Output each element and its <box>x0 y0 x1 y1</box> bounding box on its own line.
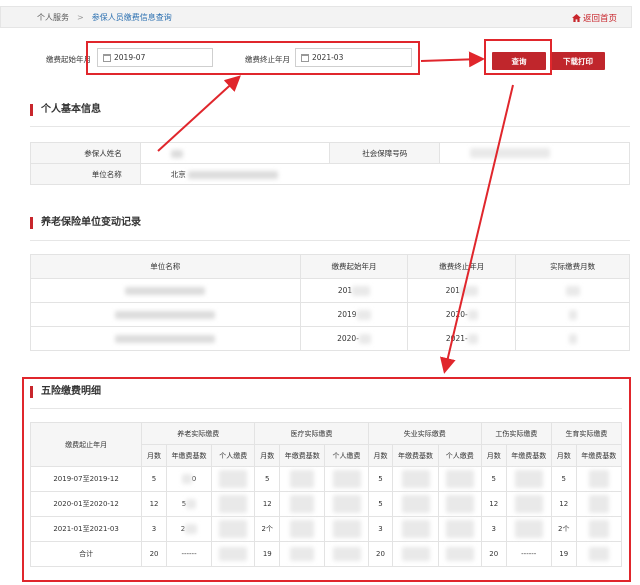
unit-value: 北京 <box>140 164 629 185</box>
basic-info-table: 参保人姓名 社会保障号码 单位名称 北京 <box>30 142 630 185</box>
table-row: 2019 2020- <box>31 303 630 327</box>
unit-label: 单位名称 <box>31 164 141 185</box>
query-button[interactable]: 查询 <box>492 52 546 70</box>
ssn-label: 社会保障号码 <box>330 143 440 164</box>
name-label: 参保人姓名 <box>31 143 141 164</box>
back-home-label: 返回首页 <box>583 12 617 24</box>
column-header: 缴费起止年月 <box>31 423 142 467</box>
column-header: 医疗实际缴费 <box>255 423 368 445</box>
column-header: 生育实际缴费 <box>551 423 621 445</box>
table-row: 201 201 <box>31 279 630 303</box>
column-header: 失业实际缴费 <box>368 423 481 445</box>
column-header: 缴费起始年月 <box>300 255 408 279</box>
divider <box>30 240 630 241</box>
arrow-to-date-range <box>158 78 238 151</box>
calendar-icon <box>301 54 309 62</box>
query-row: 缴费起始年月 2019-07 缴费终止年月 2021-03 查询 下载打印 <box>0 44 640 74</box>
end-date-label: 缴费终止年月 <box>245 54 290 65</box>
start-date-value: 2019-07 <box>114 53 145 62</box>
print-button[interactable]: 下载打印 <box>551 52 605 70</box>
back-home-link[interactable]: 返回首页 <box>572 12 617 24</box>
detail-title: 五险缴费明细 <box>30 386 101 398</box>
end-date-input[interactable]: 2021-03 <box>295 48 412 67</box>
column-header: 养老实际缴费 <box>142 423 255 445</box>
divider <box>30 126 630 127</box>
table-row-total: 合计 20 ------ 19 20 20 ------ 19 <box>31 542 622 567</box>
table-row: 2020- 2021- <box>31 327 630 351</box>
column-header: 工伤实际缴费 <box>481 423 551 445</box>
detail-table: 缴费起止年月 养老实际缴费 医疗实际缴费 失业实际缴费 工伤实际缴费 生育实际缴… <box>30 422 622 567</box>
breadcrumb-home[interactable]: 个人服务 <box>37 12 69 23</box>
start-date-label: 缴费起始年月 <box>46 54 91 65</box>
table-row: 2021-01至2021-03 3 2 2个 3 3 2个 <box>31 517 622 542</box>
home-icon <box>572 14 581 22</box>
divider <box>30 408 622 409</box>
start-date-input[interactable]: 2019-07 <box>97 48 213 67</box>
column-header: 实际缴费月数 <box>516 255 630 279</box>
column-header: 单位名称 <box>31 255 301 279</box>
unit-changes-table: 单位名称 缴费起始年月 缴费终止年月 实际缴费月数 201 201 2019 2… <box>30 254 630 351</box>
calendar-icon <box>103 54 111 62</box>
ssn-value <box>440 143 630 164</box>
breadcrumb: 个人服务 > 参保人员缴费信息查询 返回首页 <box>0 6 632 28</box>
unit-changes-title: 养老保险单位变动记录 <box>30 217 141 229</box>
table-row: 2019-07至2019-12 5 0 5 5 5 5 <box>31 467 622 492</box>
breadcrumb-current[interactable]: 参保人员缴费信息查询 <box>92 12 172 23</box>
basic-info-title: 个人基本信息 <box>30 104 101 116</box>
table-row: 2020-01至2020-12 12 5 12 5 12 12 <box>31 492 622 517</box>
name-value <box>140 143 330 164</box>
end-date-value: 2021-03 <box>312 53 343 62</box>
column-header: 缴费终止年月 <box>408 255 516 279</box>
breadcrumb-separator: > <box>77 13 84 22</box>
